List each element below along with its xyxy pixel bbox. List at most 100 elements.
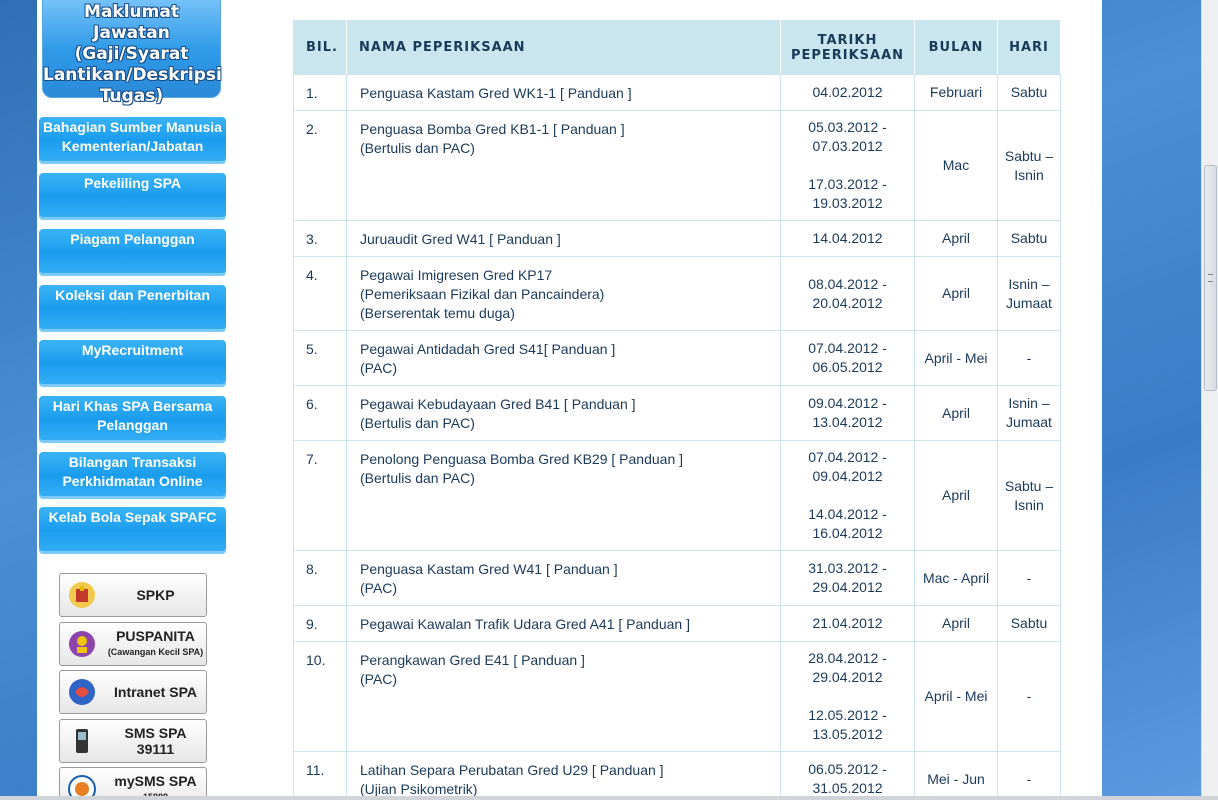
exam-schedule-table-wrapper: BIL. NAMA PEPERIKSAAN TARIKH PEPERIKSAAN… bbox=[293, 20, 1061, 800]
cell-nama: Latihan Separa Perubatan Gred U29 [ Pand… bbox=[346, 751, 781, 800]
cell-nama: Pegawai Kawalan Trafik Udara Gred A41 [ … bbox=[346, 605, 781, 642]
exam-date bbox=[781, 687, 914, 706]
exam-date: 20.04.2012 bbox=[812, 294, 883, 311]
cell-bil: 9. bbox=[293, 605, 347, 642]
scrollbar-thumb[interactable] bbox=[1204, 165, 1217, 391]
table-row: 3. Juruaudit Gred W41 [ Panduan ] 14.04.20… bbox=[293, 220, 1061, 257]
exam-date bbox=[781, 156, 914, 175]
cell-hari: Isnin – Jumaat bbox=[997, 385, 1061, 441]
exam-name[interactable]: Pegawai Imigresen Gred KP17 bbox=[360, 266, 774, 285]
spa-logo-icon bbox=[69, 679, 95, 705]
cell-hari: - bbox=[997, 641, 1061, 752]
nav-myrecruitment[interactable]: MyRecruitment bbox=[39, 340, 226, 387]
cell-bil: 1. bbox=[293, 74, 347, 111]
exam-name[interactable]: Penguasa Bomba Gred KB1-1 [ Panduan ] bbox=[360, 120, 774, 139]
spkp-link[interactable]: SPKP bbox=[59, 573, 207, 617]
cell-nama: Pegawai Imigresen Gred KP17 (Pemeriksaan … bbox=[346, 256, 781, 331]
cell-bil: 3. bbox=[293, 220, 347, 257]
table-row: 1. Penguasa Kastam Gred WK1-1 [ Panduan ]… bbox=[293, 74, 1061, 111]
cell-nama: Penguasa Kastam Gred WK1-1 [ Panduan ] bbox=[346, 74, 781, 111]
cell-bulan: April bbox=[914, 220, 998, 257]
cell-tarikh: 08.04.2012 - 20.04.2012 bbox=[780, 256, 915, 331]
cell-hari: Sabtu bbox=[997, 220, 1061, 257]
cell-bulan: April bbox=[914, 605, 998, 642]
cell-bulan: April - Mei bbox=[914, 330, 998, 386]
header-nama: NAMA PEPERIKSAAN bbox=[346, 20, 781, 75]
cell-bulan: Februari bbox=[914, 74, 998, 111]
cell-bil: 8. bbox=[293, 550, 347, 606]
table-row: 10. Perangkawan Gred E41 [ Panduan ] (PAC)… bbox=[293, 641, 1061, 752]
table-row: 8. Penguasa Kastam Gred W41 [ Panduan ] (P… bbox=[293, 550, 1061, 606]
cell-bil: 6. bbox=[293, 385, 347, 441]
exam-name[interactable]: Penguasa Kastam Gred W41 [ Panduan ] bbox=[360, 560, 774, 579]
maklumat-jawatan-button[interactable]: Maklumat Jawatan (Gaji/Syarat Lantikan/D… bbox=[42, 0, 222, 106]
exam-schedule-table: BIL. NAMA PEPERIKSAAN TARIKH PEPERIKSAAN… bbox=[293, 20, 1061, 800]
exam-date: 09.04.2012 - bbox=[808, 395, 887, 411]
exam-note: (Pemeriksaan Fizikal dan Pancaindera) bbox=[360, 286, 605, 302]
cell-hari: - bbox=[997, 550, 1061, 606]
puspanita-link[interactable]: PUSPANITA (Cawangan Kecil SPA) bbox=[59, 622, 207, 666]
exam-date: 16.04.2012 bbox=[812, 525, 883, 541]
nav-pekeliling-spa[interactable]: Pekeliling SPA bbox=[39, 173, 226, 220]
nav-kelab-bola-sepak[interactable]: Kelab Bola Sepak SPAFC bbox=[39, 507, 226, 554]
cell-bil: 2. bbox=[293, 110, 347, 221]
header-bil: BIL. bbox=[293, 20, 347, 75]
exam-date: 29.04.2012 bbox=[812, 669, 883, 685]
header-hari: HARI bbox=[997, 20, 1061, 75]
table-body: 1. Penguasa Kastam Gred WK1-1 [ Panduan ]… bbox=[293, 74, 1061, 800]
spkp-label: SPKP bbox=[136, 587, 175, 603]
exam-name[interactable]: Penolong Penguasa Bomba Gred KB29 [ Pand… bbox=[360, 450, 774, 469]
exam-note: (Bertulis dan PAC) bbox=[360, 470, 475, 486]
nav-koleksi-penerbitan[interactable]: Koleksi dan Penerbitan bbox=[39, 285, 226, 332]
cell-tarikh: 06.05.2012 -31.05.2012 bbox=[780, 751, 915, 800]
exam-date: 07.04.2012 - bbox=[808, 449, 887, 465]
exam-note: (PAC) bbox=[360, 580, 398, 596]
exam-note: (Berserentak temu duga) bbox=[360, 305, 515, 321]
cell-bulan: April bbox=[914, 385, 998, 441]
exam-date: 29.04.2012 bbox=[812, 579, 883, 595]
cell-hari: Sabtu – Isnin bbox=[997, 110, 1061, 221]
exam-name[interactable]: Pegawai Kebudayaan Gred B41 [ Panduan ] bbox=[360, 395, 774, 414]
exam-name[interactable]: Latihan Separa Perubatan Gred U29 [ Pand… bbox=[360, 761, 774, 780]
cell-nama: Perangkawan Gred E41 [ Panduan ] (PAC) bbox=[346, 641, 781, 752]
cell-bulan: Mac - April bbox=[914, 550, 998, 606]
cell-tarikh: 14.04.2012 bbox=[780, 220, 915, 257]
exam-name[interactable]: Pegawai Kawalan Trafik Udara Gred A41 [ … bbox=[360, 615, 774, 634]
nav-hari-khas-spa[interactable]: Hari Khas SPA Bersama Pelanggan bbox=[39, 396, 226, 443]
exam-name[interactable]: Perangkawan Gred E41 [ Panduan ] bbox=[360, 651, 774, 670]
exam-name[interactable]: Juruaudit Gred W41 [ Panduan ] bbox=[360, 230, 774, 249]
table-row: 9. Pegawai Kawalan Trafik Udara Gred A41 … bbox=[293, 605, 1061, 642]
nav-bahagian-sumber-manusia[interactable]: Bahagian Sumber Manusia Kementerian/Jaba… bbox=[39, 117, 226, 164]
exam-name[interactable]: Pegawai Antidadah Gred S41[ Panduan ] bbox=[360, 340, 774, 359]
exam-date: 04.02.2012 bbox=[812, 84, 883, 100]
cell-bulan: Mei - Jun bbox=[914, 751, 998, 800]
exam-date: 31.03.2012 - bbox=[808, 560, 887, 576]
exam-date: 14.04.2012 bbox=[812, 230, 883, 246]
exam-date: 13.04.2012 bbox=[812, 414, 883, 430]
table-row: 4. Pegawai Imigresen Gred KP17 (Pemeriksaa… bbox=[293, 256, 1061, 331]
nav-piagam-pelanggan[interactable]: Piagam Pelanggan bbox=[39, 229, 226, 276]
vertical-scrollbar[interactable] bbox=[1201, 0, 1218, 800]
cell-nama: Penguasa Bomba Gred KB1-1 [ Panduan ] (Be… bbox=[346, 110, 781, 221]
cell-hari: Sabtu bbox=[997, 605, 1061, 642]
exam-date: 07.03.2012 bbox=[812, 138, 883, 154]
table-row: 7. Penolong Penguasa Bomba Gred KB29 [ Pa… bbox=[293, 440, 1061, 551]
exam-date: 07.04.2012 - bbox=[808, 340, 887, 356]
exam-date bbox=[781, 486, 914, 505]
cell-tarikh: 28.04.2012 - 29.04.2012 12.05.2012 - 13.05.… bbox=[780, 641, 915, 752]
cell-nama: Juruaudit Gred W41 [ Panduan ] bbox=[346, 220, 781, 257]
sms-spa-link[interactable]: SMS SPA 39111 bbox=[59, 719, 207, 763]
cell-nama: Pegawai Kebudayaan Gred B41 [ Panduan ](… bbox=[346, 385, 781, 441]
table-row: 11. Latihan Separa Perubatan Gred U29 [ P… bbox=[293, 751, 1061, 800]
intranet-spa-link[interactable]: Intranet SPA bbox=[59, 670, 207, 714]
exam-date: 06.05.2012 bbox=[812, 359, 883, 375]
exam-name[interactable]: Penguasa Kastam Gred WK1-1 [ Panduan ] bbox=[360, 84, 774, 103]
puspanita-logo-icon bbox=[69, 631, 95, 657]
puspanita-label: PUSPANITA (Cawangan Kecil SPA) bbox=[105, 628, 206, 660]
exam-date: 14.04.2012 - bbox=[808, 506, 887, 522]
nav-bilangan-transaksi[interactable]: Bilangan Transaksi Perkhidmatan Online bbox=[39, 452, 226, 499]
cell-hari: Isnin – Jumaat bbox=[997, 256, 1061, 331]
table-row: 6. Pegawai Kebudayaan Gred B41 [ Panduan … bbox=[293, 385, 1061, 441]
table-row: 2. Penguasa Bomba Gred KB1-1 [ Panduan ](… bbox=[293, 110, 1061, 221]
exam-date: 28.04.2012 - bbox=[808, 650, 887, 666]
